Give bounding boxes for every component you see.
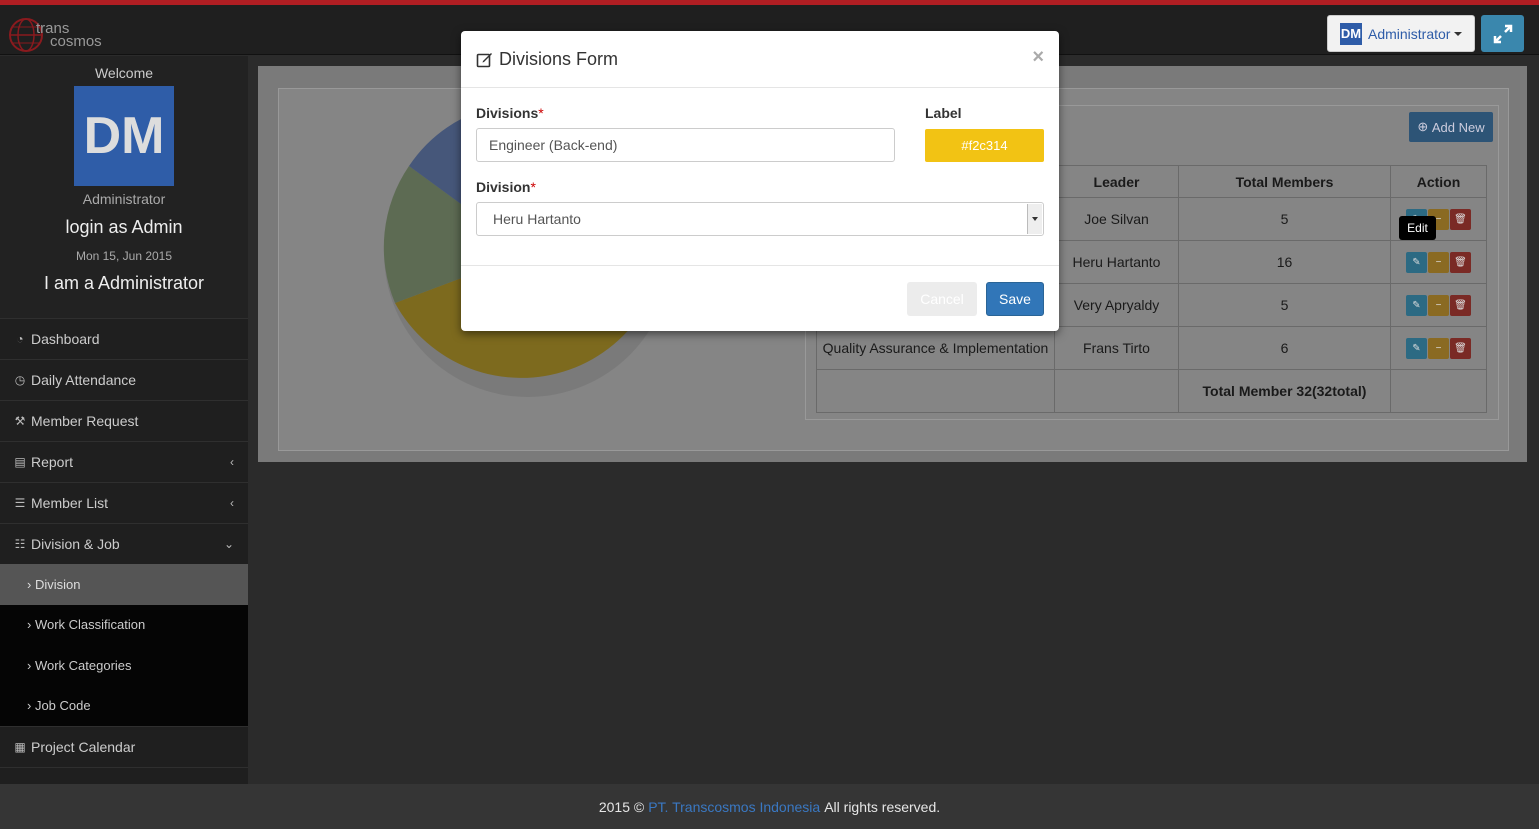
save-button[interactable]: Save [986, 282, 1044, 316]
sidebar-item-report[interactable]: ▤ Report ‹ [0, 441, 248, 482]
sidebar-item-label: Report [31, 454, 74, 470]
welcome-text: Welcome [94, 65, 154, 81]
svg-text:cosmos: cosmos [50, 33, 102, 50]
sidebar: Welcome DM Administrator login as Admin … [0, 56, 248, 784]
sidebar-item-division-job[interactable]: ☷ Division & Job ⌄ [0, 523, 248, 564]
sidebar-item-project-calendar[interactable]: ▦ Project Calendar [0, 726, 248, 767]
close-icon[interactable]: × [1032, 46, 1044, 69]
edit-button[interactable]: ✎ [1406, 251, 1427, 273]
divisions-input[interactable]: Engineer (Back-end) [476, 128, 895, 162]
cell-total: 6 [1178, 326, 1391, 370]
minus-button[interactable]: − [1428, 294, 1449, 316]
sidebar-item-member-list[interactable]: ☰ Member List ‹ [0, 482, 248, 523]
label-color-label: Label [925, 105, 962, 121]
modal-body: Divisions* Engineer (Back-end) Label #f2… [461, 88, 1059, 266]
table-header-action: Action [1390, 165, 1487, 198]
cell-action: ✎−🗑 [1390, 240, 1487, 284]
table-header-total: Total Members [1178, 165, 1391, 198]
user-menu-button[interactable]: DM Administrator [1327, 15, 1475, 52]
cell-total: 5 [1178, 197, 1391, 241]
sidebar-subitem-work-classification[interactable]: › Work Classification [0, 604, 248, 645]
delete-button[interactable]: 🗑 [1450, 208, 1471, 230]
modal-header: Divisions Form × [461, 31, 1059, 88]
footer: 2015 © PT. Transcosmos Indonesia All rig… [0, 784, 1539, 829]
cell-action: ✎−🗑 [1390, 326, 1487, 370]
login-as-text: login as Admin [65, 217, 183, 237]
footer-company-link[interactable]: PT. Transcosmos Indonesia [648, 799, 820, 815]
greeting-text: I am a Administrator [43, 273, 205, 293]
chevron-left-icon: ‹ [230, 455, 234, 469]
cell-leader: Heru Hartanto [1054, 240, 1179, 284]
sidebar-item-label: Member Request [31, 413, 139, 429]
delete-button[interactable]: 🗑 [1450, 251, 1471, 273]
select-arrow-icon[interactable] [1027, 204, 1042, 234]
label-color-picker[interactable]: #f2c314 [925, 129, 1044, 162]
add-new-button[interactable]: ⊕ Add New [1409, 112, 1493, 142]
cancel-button[interactable]: Cancel [907, 282, 977, 316]
division-leader-select[interactable]: Heru Hartanto [476, 202, 1044, 236]
sidebar-subitem-work-categories[interactable]: › Work Categories [0, 645, 248, 686]
list-icon: ☰ [14, 496, 26, 510]
gavel-icon: ⚒ [14, 414, 26, 428]
cell-leader: Frans Tirto [1054, 326, 1179, 370]
edit-icon [476, 52, 492, 67]
fullscreen-button[interactable] [1481, 15, 1524, 52]
user-avatar: DM [1340, 22, 1362, 45]
sidebar-item-dashboard[interactable]: ◔ Dashboard [0, 318, 248, 359]
current-date: Mon 15, Jun 2015 [75, 249, 173, 263]
tasks-icon: ☷ [14, 537, 26, 551]
chevron-down-icon: ⌄ [223, 537, 234, 551]
minus-button[interactable]: − [1428, 251, 1449, 273]
profile-avatar: DM [74, 86, 174, 186]
delete-button[interactable]: 🗑 [1450, 294, 1471, 316]
expand-icon [1493, 24, 1512, 43]
cell-division: Quality Assurance & Implementation [816, 326, 1055, 370]
total-members-summary: Total Member 32(32total) [1178, 369, 1391, 413]
footer-copyright: 2015 © [598, 798, 645, 815]
delete-button[interactable]: 🗑 [1450, 337, 1471, 359]
sidebar-item-partial[interactable] [0, 767, 248, 784]
sidebar-item-label: Dashboard [31, 331, 100, 347]
cell-leader: Joe Silvan [1054, 197, 1179, 241]
cell-action: ✎−🗑 [1390, 283, 1487, 327]
minus-button[interactable]: − [1428, 337, 1449, 359]
modal-title: Divisions Form [499, 48, 619, 69]
dashboard-icon: ◔ [16, 332, 24, 346]
divisions-label: Divisions* [476, 105, 544, 121]
divisions-form-modal: Divisions Form × Divisions* Engineer (Ba… [461, 31, 1059, 331]
sidebar-item-label: Member List [31, 495, 109, 511]
brand-logo[interactable]: trans cosmos [6, 15, 116, 55]
sidebar-item-member-request[interactable]: ⚒ Member Request [0, 400, 248, 441]
book-icon: ▤ [14, 455, 26, 469]
plus-circle-icon: ⊕ [1417, 119, 1429, 134]
sidebar-item-label: Division & Job [31, 536, 120, 552]
table-row: Quality Assurance & Implementation Frans… [816, 326, 1487, 370]
profile-panel: Welcome DM Administrator login as Admin … [0, 56, 248, 318]
edit-button[interactable]: ✎ [1406, 337, 1427, 359]
edit-tooltip: Edit [1399, 216, 1436, 240]
cell-total: 5 [1178, 283, 1391, 327]
division-label: Division* [476, 179, 536, 195]
chevron-left-icon: ‹ [230, 496, 234, 510]
footer-rights: All rights reserved. [824, 798, 941, 815]
sidebar-subitem-division[interactable]: › Division [0, 564, 248, 605]
sidebar-subitem-job-code[interactable]: › Job Code [0, 685, 248, 726]
profile-role: Administrator [82, 191, 166, 207]
table-header-leader: Leader [1054, 165, 1179, 198]
cell-leader: Very Apryaldy [1054, 283, 1179, 327]
user-menu-label: Administrator [1368, 25, 1451, 42]
sidebar-item-daily-attendance[interactable]: ◷ Daily Attendance [0, 359, 248, 400]
calendar-icon: ▦ [14, 740, 26, 754]
sidebar-item-label: Daily Attendance [31, 372, 137, 388]
sidebar-menu: ◔ Dashboard ◷ Daily Attendance ⚒ Member … [0, 318, 248, 784]
clock-icon: ◷ [14, 373, 26, 387]
edit-button[interactable]: ✎ [1406, 294, 1427, 316]
table-total-row: Total Member 32(32total) [816, 369, 1487, 413]
sidebar-item-label: Project Calendar [31, 739, 136, 755]
caret-down-icon [1454, 31, 1463, 36]
cell-total: 16 [1178, 240, 1391, 284]
